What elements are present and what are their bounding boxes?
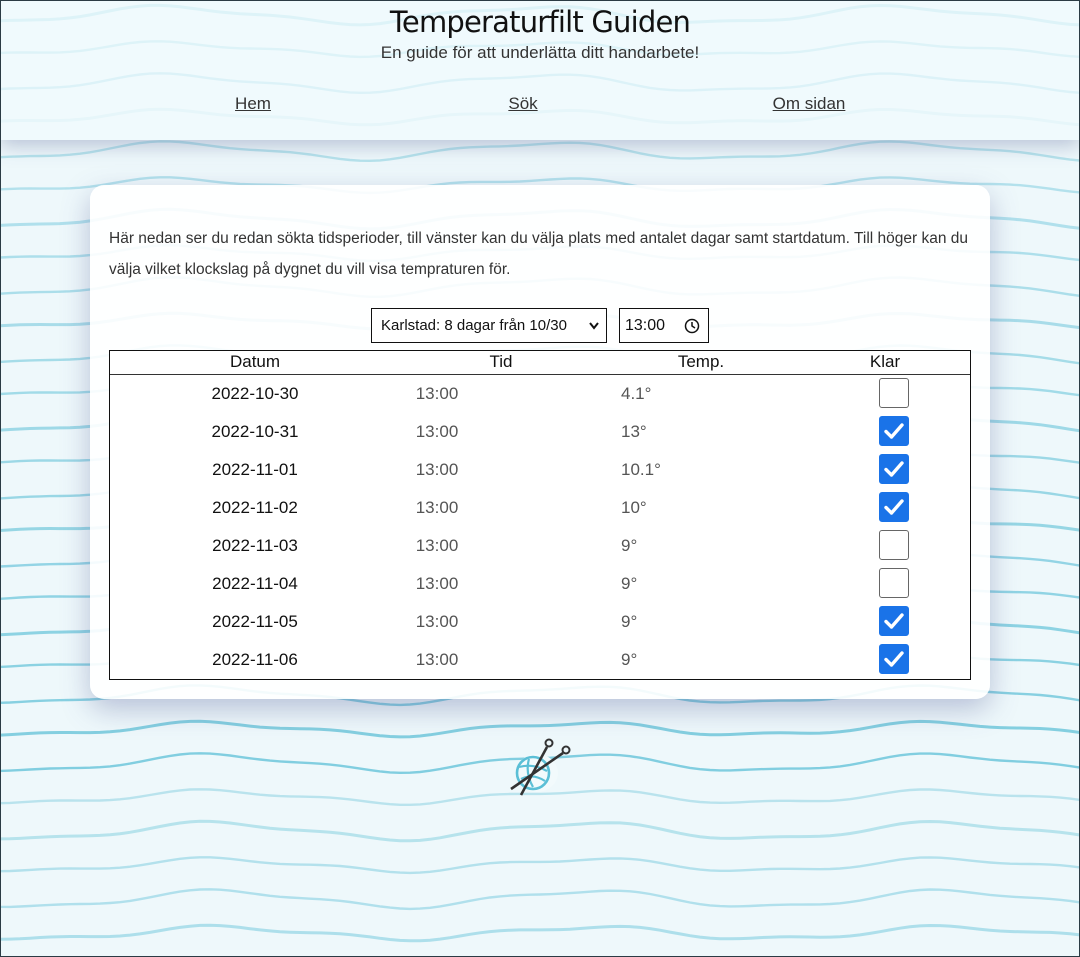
row-time: 13:00 — [415, 536, 459, 555]
done-checkbox[interactable] — [879, 606, 909, 636]
site-header: Temperaturfilt Guiden En guide för att u… — [0, 0, 1080, 140]
time-input[interactable]: 13:00 — [619, 308, 709, 343]
row-date: 2022-11-05 — [212, 612, 298, 631]
done-checkbox[interactable] — [879, 568, 909, 598]
table-row: 2022-11-03 13:00 9° — [110, 527, 970, 565]
row-temp: 4.1° — [621, 384, 652, 403]
nav-link-om-sidan[interactable]: Om sidan — [773, 94, 846, 114]
row-time: 13:00 — [415, 612, 459, 631]
site-subtitle: En guide för att underlätta ditt handarb… — [380, 43, 700, 62]
row-date: 2022-10-30 — [211, 384, 299, 403]
wave-line — [0, 888, 1080, 911]
time-input-value: 13:00 — [625, 317, 666, 334]
row-temp: 10.1° — [621, 460, 661, 479]
table-row: 2022-11-01 13:00 10.1° — [110, 451, 970, 489]
done-checkbox[interactable] — [879, 416, 909, 446]
nav-link-sok[interactable]: Sök — [508, 94, 537, 114]
wave-line — [0, 923, 1080, 943]
wave-line — [0, 140, 1080, 163]
row-date: 2022-10-31 — [211, 422, 299, 441]
main-nav: Hem Sök Om sidan — [0, 94, 1080, 118]
row-time: 13:00 — [415, 650, 459, 669]
row-temp: 10° — [621, 498, 647, 517]
row-temp: 9° — [621, 574, 638, 593]
period-select-value: Karlstad: 8 dagar från 10/30 — [381, 317, 567, 334]
done-checkbox[interactable] — [879, 644, 909, 674]
table-row: 2022-11-06 13:00 9° — [110, 641, 970, 679]
row-temp: 9° — [621, 536, 638, 555]
clock-icon[interactable] — [684, 318, 700, 334]
row-time: 13:00 — [415, 422, 459, 441]
table-row: 2022-11-05 13:00 9° — [110, 603, 970, 641]
done-checkbox[interactable] — [879, 454, 909, 484]
row-time: 13:00 — [415, 574, 459, 593]
header-date: Datum — [229, 352, 281, 371]
table-header: Datum Tid Temp. Klar — [110, 351, 970, 375]
wave-line — [0, 856, 1080, 875]
row-time: 13:00 — [415, 498, 459, 517]
row-time: 13:00 — [415, 460, 459, 479]
table-row: 2022-11-04 13:00 9° — [110, 565, 970, 603]
header-temp: Temp. — [677, 352, 725, 371]
row-date: 2022-11-06 — [212, 650, 298, 669]
row-date: 2022-11-03 — [212, 536, 298, 555]
wave-line — [0, 819, 1080, 843]
row-date: 2022-11-01 — [212, 460, 298, 479]
table-row: 2022-11-02 13:00 10° — [110, 489, 970, 527]
chevron-down-icon — [588, 309, 600, 354]
period-select[interactable]: Karlstad: 8 dagar från 10/30 — [371, 308, 607, 343]
row-date: 2022-11-04 — [212, 574, 298, 593]
row-date: 2022-11-02 — [212, 498, 298, 517]
temperature-table: Datum Tid Temp. Klar 2022-10-30 13:00 4.1°… — [109, 350, 971, 680]
header-done: Klar — [869, 352, 901, 371]
table-row: 2022-10-30 13:00 4.1° — [110, 375, 970, 413]
row-temp: 9° — [621, 650, 638, 669]
table-row: 2022-10-31 13:00 13° — [110, 413, 970, 451]
done-checkbox[interactable] — [879, 492, 909, 522]
main-card: Här nedan ser du redan sökta tidsperiode… — [90, 185, 990, 699]
header-time: Tid — [489, 352, 513, 371]
done-checkbox[interactable] — [879, 378, 909, 408]
done-checkbox[interactable] — [879, 530, 909, 560]
nav-link-hem[interactable]: Hem — [235, 94, 271, 114]
yarn-ball-logo-icon — [510, 738, 571, 796]
row-temp: 9° — [621, 612, 638, 631]
site-title: Temperaturfilt Guiden — [389, 5, 691, 39]
intro-text: Här nedan ser du redan sökta tidsperiode… — [109, 230, 969, 278]
row-time: 13:00 — [415, 384, 459, 403]
row-temp: 13° — [621, 422, 647, 441]
